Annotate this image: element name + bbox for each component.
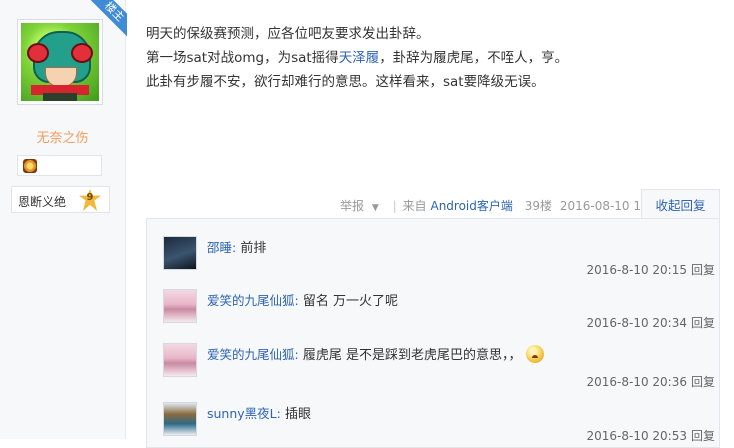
collapse-replies-button[interactable]: 收起回复: [641, 189, 720, 219]
post-line-2: 第一场sat对战omg，为sat摇得天泽履，卦辞为履虎尾，不咥人，亨。: [146, 50, 569, 66]
reply-text: 前排: [240, 241, 267, 256]
reply-text: 留名 万一火了呢: [302, 294, 398, 309]
reply-text: 履虎尾 是不是踩到老虎尾巴的意思，，: [302, 348, 522, 363]
reply-meta: 2016-8-10 20:34 回复: [586, 314, 715, 331]
level-title: 恩断义绝: [18, 195, 67, 209]
author-sidebar: 楼主 无奈之伤 恩断义绝 9: [0, 0, 127, 439]
source-info: 来自 Android客户端: [402, 199, 513, 213]
surprised-face-emoji-icon: [525, 345, 544, 363]
reply-text: 插眼: [285, 407, 312, 422]
hexagram-link[interactable]: 天泽履: [339, 50, 380, 66]
reply-line: 爱笑的九尾仙狐: 留名 万一火了呢: [207, 290, 398, 309]
reply-button[interactable]: 回复: [691, 429, 715, 443]
reply-meta: 2016-8-10 20:53 回复: [586, 427, 715, 444]
reply-line: sunny黑夜L: 插眼: [207, 403, 311, 422]
reply-time: 2016-8-10 20:36: [586, 375, 687, 389]
pixel-character-avatar-icon[interactable]: [163, 402, 197, 436]
post-tail-info: 举报 ▼ | 来自 Android客户端 39楼 2016-08-10 19:53: [340, 197, 672, 214]
dark-photo-avatar-icon[interactable]: [163, 236, 197, 270]
report-button[interactable]: 举报 ▼: [340, 199, 383, 213]
reply-username[interactable]: 爱笑的九尾仙狐:: [207, 347, 299, 362]
reply-meta: 2016-8-10 20:15 回复: [586, 261, 715, 278]
original-poster-badge: 楼主: [87, 0, 127, 40]
level-number: 9: [86, 192, 94, 203]
medal-box: [17, 155, 102, 176]
post-line-3: 此卦有步履不安，欲行却难行的意思。这样看来，sat要降级无误。: [146, 74, 545, 90]
author-username[interactable]: 无奈之伤: [0, 127, 125, 146]
reply-button[interactable]: 回复: [691, 263, 715, 277]
reply-username[interactable]: sunny黑夜L:: [207, 406, 281, 421]
reply-line: 邵睡: 前排: [207, 237, 266, 256]
chevron-down-icon: ▼: [371, 203, 379, 213]
post-content: 明天的保级赛预测，应各位吧友要求发出卦辞。 第一场sat对战omg，为sat摇得…: [146, 22, 726, 94]
tail-separator: |: [392, 199, 397, 213]
post-line-1: 明天的保级赛预测，应各位吧友要求发出卦辞。: [146, 26, 430, 42]
source-client-link[interactable]: Android客户端: [430, 199, 512, 213]
anime-girls-avatar-icon[interactable]: [163, 343, 197, 377]
reply-time: 2016-8-10 20:15: [586, 263, 687, 277]
reply-button[interactable]: 回复: [691, 316, 715, 330]
level-badge-box[interactable]: 恩断义绝 9: [11, 186, 110, 213]
medal-icon[interactable]: [23, 159, 37, 173]
reply-time: 2016-8-10 20:34: [586, 316, 687, 330]
reply-line: 爱笑的九尾仙狐: 履虎尾 是不是踩到老虎尾巴的意思，，: [207, 344, 544, 363]
reply-list: 邵睡: 前排 2016-8-10 20:15 回复 爱笑的九尾仙狐: 留名 万一火…: [146, 218, 720, 448]
reply-time: 2016-8-10 20:53: [586, 429, 687, 443]
reply-meta: 2016-8-10 20:36 回复: [586, 373, 715, 390]
anime-girls-avatar-icon[interactable]: [163, 289, 197, 323]
reply-username[interactable]: 爱笑的九尾仙狐:: [207, 293, 299, 308]
reply-username[interactable]: 邵睡:: [207, 240, 236, 255]
reply-button[interactable]: 回复: [691, 375, 715, 389]
floor-number: 39楼: [524, 199, 552, 213]
